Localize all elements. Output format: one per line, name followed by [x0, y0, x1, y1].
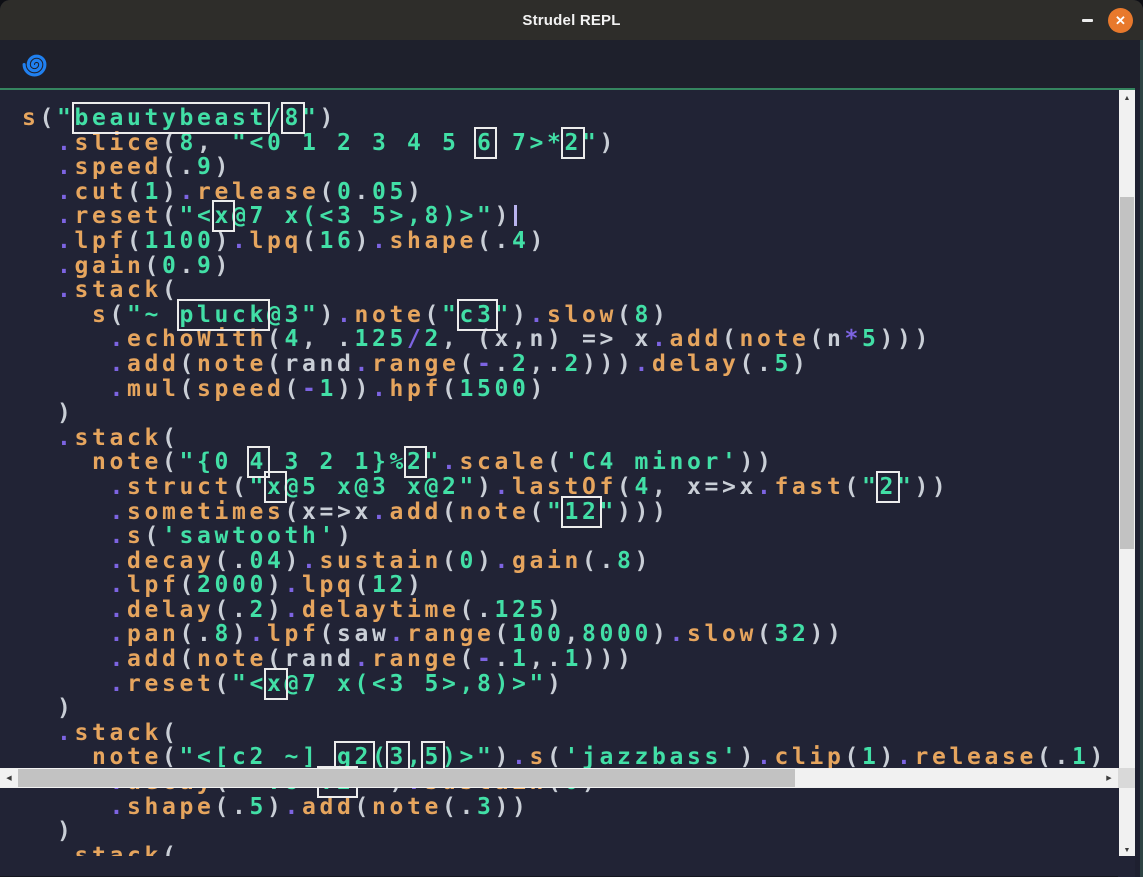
code-line: .echoWith(4, .125/2, (x,n) => x.add(note…	[22, 327, 1112, 352]
code-line: .sometimes(x=>x.add(note("12")))	[22, 500, 1112, 525]
code-line: note("<[c2 ~] g2(3,5)>").s('jazzbass').c…	[22, 745, 1112, 770]
code-line: .mul(speed(-1)).hpf(1500)	[22, 377, 1112, 402]
active-token-highlight: x	[267, 474, 285, 500]
code-line: .gain(0.9)	[22, 254, 1112, 279]
strudel-repl-window: Strudel REPL ✕ s("beautybeast/8") .slice…	[0, 0, 1143, 877]
code-line: .stack(	[22, 426, 1112, 451]
code-line: .s('sawtooth')	[22, 524, 1112, 549]
active-token-highlight: beautybeast	[75, 105, 267, 131]
code-line: .lpf(2000).lpq(12)	[22, 573, 1112, 598]
code-line: s("~ pluck@3").note("c3").slow(8)	[22, 303, 1112, 328]
active-token-highlight: pluck	[180, 302, 268, 328]
code-line: .decay(.04).sustain(0).gain(.8)	[22, 549, 1112, 574]
code-line: )	[22, 696, 1112, 721]
active-token-highlight: 2	[407, 449, 425, 475]
toolbar	[0, 40, 1143, 88]
code-line: .add(note(rand.range(-.1,.1)))	[22, 647, 1112, 672]
strudel-spiral-logo[interactable]	[21, 51, 48, 78]
active-token-highlight: x	[267, 671, 285, 697]
code-line: .stack(	[22, 278, 1112, 303]
vertical-scrollbar-thumb[interactable]	[1120, 197, 1134, 549]
vertical-scrollbar[interactable]: ▲ ▼	[1119, 90, 1135, 856]
active-token-highlight: c3	[460, 302, 495, 328]
active-token-highlight: 2	[564, 130, 582, 156]
scroll-left-icon[interactable]: ◀	[0, 768, 18, 788]
minimize-icon	[1082, 19, 1093, 22]
code-line: .struct("x@5 x@3 x@2").lastOf(4, x=>x.fa…	[22, 475, 1112, 500]
code-content[interactable]: s("beautybeast/8") .slice(8, "<0 1 2 3 4…	[0, 90, 1112, 856]
active-token-highlight: 2	[879, 474, 897, 500]
minimize-button[interactable]	[1075, 10, 1099, 30]
code-line: .delay(.2).delaytime(.125)	[22, 598, 1112, 623]
code-line: .stack(	[22, 844, 1112, 856]
code-line: .speed(.9)	[22, 155, 1112, 180]
code-line: .reset("<x@7 x(<3 5>,8)>")	[22, 672, 1112, 697]
active-token-highlight: x	[215, 203, 233, 229]
horizontal-scrollbar[interactable]: ◀ ▶	[0, 768, 1118, 788]
code-line: .shape(.5).add(note(.3))	[22, 795, 1112, 820]
scroll-down-icon[interactable]: ▼	[1119, 842, 1135, 856]
code-line: .stack(	[22, 721, 1112, 746]
code-line: .pan(.8).lpf(saw.range(100,8000).slow(32…	[22, 622, 1112, 647]
code-line: .slice(8, "<0 1 2 3 4 5 6 7>*2")	[22, 131, 1112, 156]
active-token-highlight: g2	[337, 744, 372, 770]
scroll-up-icon[interactable]: ▲	[1119, 90, 1135, 106]
code-line: )	[22, 401, 1112, 426]
code-line: s("beautybeast/8")	[22, 106, 1112, 131]
code-line: note("{0 4 3 2 1}%2".scale('C4 minor'))	[22, 450, 1112, 475]
active-token-highlight: 3	[389, 744, 407, 770]
active-token-highlight: 4	[250, 449, 268, 475]
code-line: .reset("<x@7 x(<3 5>,8)>")	[22, 204, 1112, 229]
code-line: .add(note(rand.range(-.2,.2))).delay(.5)	[22, 352, 1112, 377]
close-icon: ✕	[1115, 14, 1126, 27]
scroll-right-icon[interactable]: ▶	[1100, 768, 1118, 788]
active-token-highlight: 12	[564, 499, 599, 525]
close-button[interactable]: ✕	[1108, 8, 1133, 33]
active-token-highlight: 5	[424, 744, 442, 770]
title-bar[interactable]: Strudel REPL ✕	[0, 0, 1143, 40]
code-line: .lpf(1100).lpq(16).shape(.4)	[22, 229, 1112, 254]
horizontal-scrollbar-thumb[interactable]	[18, 769, 795, 787]
code-line: )	[22, 819, 1112, 844]
active-token-highlight: 6	[477, 130, 495, 156]
code-line: .cut(1).release(0.05)	[22, 180, 1112, 205]
text-cursor	[514, 205, 517, 226]
code-editor[interactable]: s("beautybeast/8") .slice(8, "<0 1 2 3 4…	[0, 88, 1143, 856]
scrollbar-corner	[1118, 768, 1135, 788]
active-token-highlight: 8	[284, 105, 302, 131]
window-title: Strudel REPL	[522, 12, 620, 29]
